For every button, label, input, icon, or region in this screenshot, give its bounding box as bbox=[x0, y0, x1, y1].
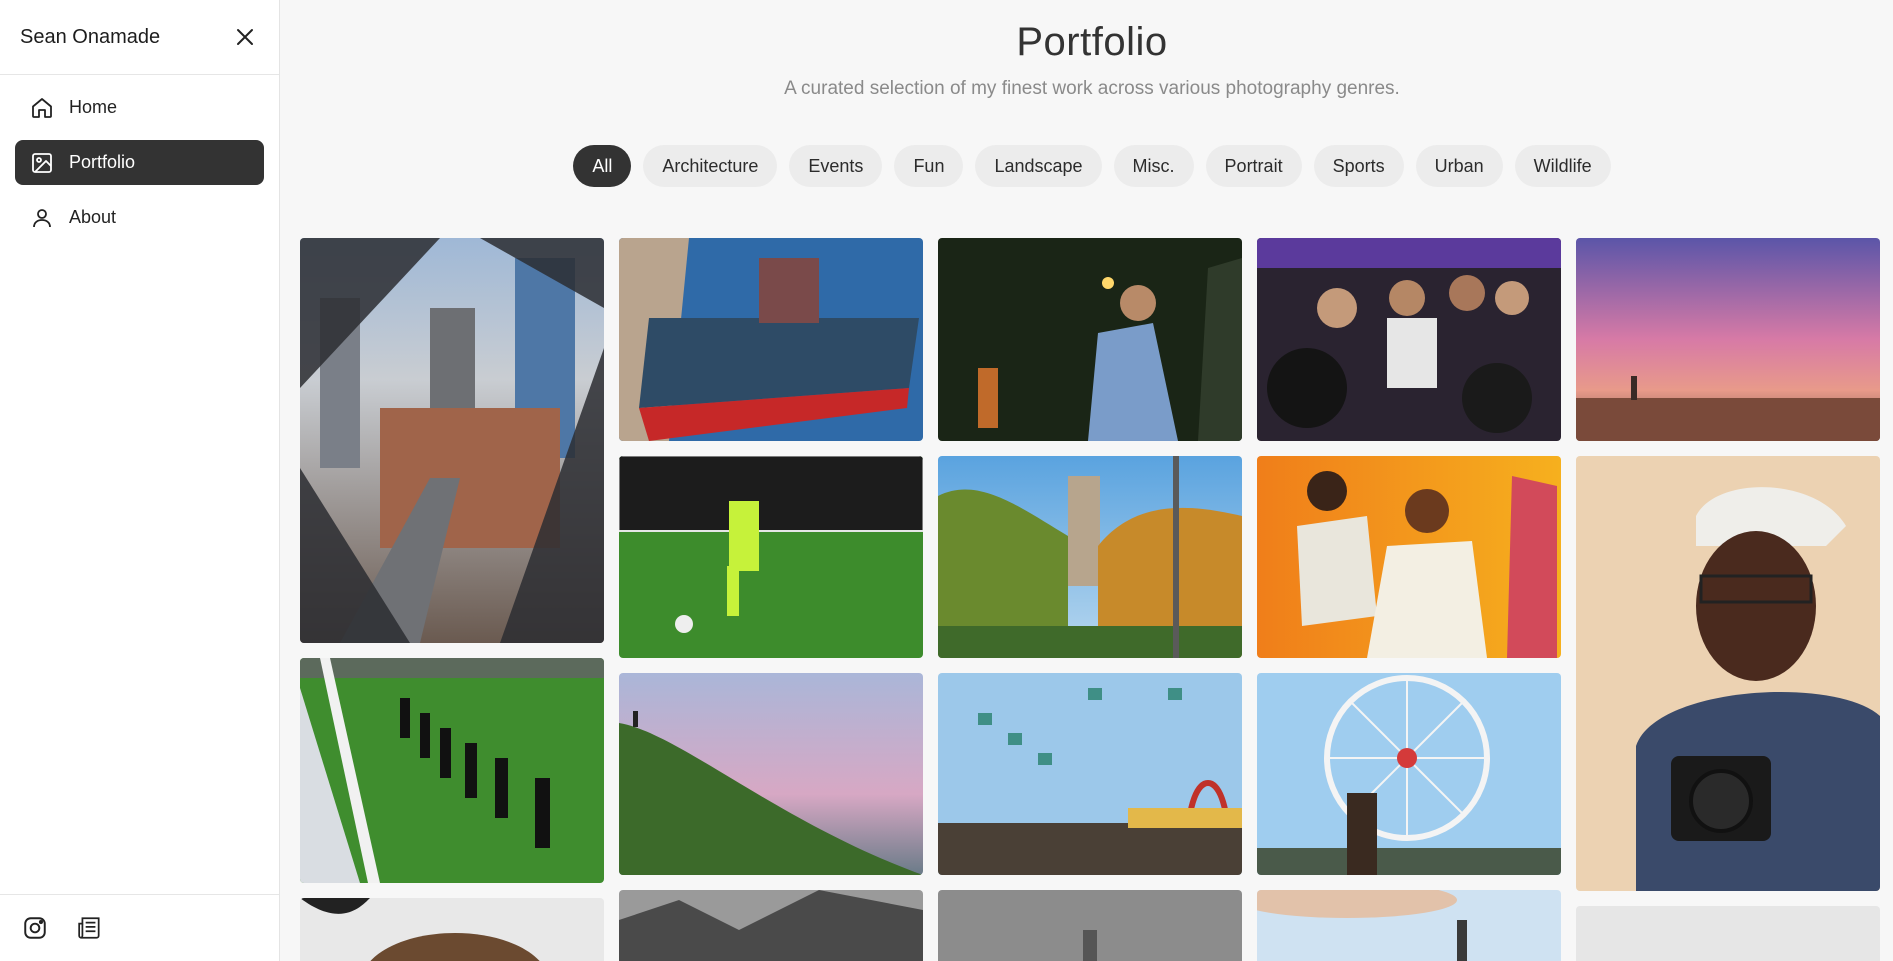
site-brand[interactable]: Sean Onamade bbox=[20, 26, 160, 49]
photo-city-through-fence[interactable] bbox=[300, 238, 604, 643]
filter-chip-urban[interactable]: Urban bbox=[1415, 145, 1503, 187]
filter-chip-all[interactable]: All bbox=[573, 145, 632, 187]
close-icon[interactable] bbox=[231, 23, 259, 51]
sidebar-header: Sean Onamade bbox=[0, 0, 279, 75]
photo-cheerleaders[interactable] bbox=[300, 658, 604, 883]
photo-placeholder[interactable] bbox=[1576, 906, 1880, 961]
instagram-icon[interactable] bbox=[21, 914, 49, 942]
filter-chip-wildlife[interactable]: Wildlife bbox=[1514, 145, 1611, 187]
photo-campus-tower-autumn[interactable] bbox=[938, 456, 1242, 658]
sidebar-item-home[interactable]: Home bbox=[15, 85, 264, 130]
sidebar-item-portfolio[interactable]: Portfolio bbox=[15, 140, 264, 185]
photo-crowd-dancing[interactable] bbox=[1257, 238, 1561, 441]
filter-chip-fun[interactable]: Fun bbox=[894, 145, 964, 187]
photo-dancers-orange[interactable] bbox=[1257, 456, 1561, 658]
photo-restaurant-sign[interactable] bbox=[619, 238, 923, 441]
photo-dog[interactable] bbox=[300, 898, 604, 961]
page-subtitle: A curated selection of my finest work ac… bbox=[784, 78, 1400, 99]
photo-soccer-goalkeeper[interactable] bbox=[619, 456, 923, 658]
filter-chip-architecture[interactable]: Architecture bbox=[643, 145, 778, 187]
photo-hand-tower[interactable] bbox=[1257, 890, 1561, 961]
sidebar-item-about[interactable]: About bbox=[15, 195, 264, 240]
main-content: Portfolio A curated selection of my fine… bbox=[281, 0, 1893, 961]
home-icon bbox=[29, 95, 55, 121]
filter-chip-events[interactable]: Events bbox=[789, 145, 883, 187]
filter-chip-misc[interactable]: Misc. bbox=[1113, 145, 1194, 187]
photo-bw-street[interactable] bbox=[619, 890, 923, 961]
filter-chips: All Architecture Events Fun Landscape Mi… bbox=[281, 145, 1893, 187]
photo-hill-sunset[interactable] bbox=[619, 673, 923, 875]
sidebar-item-label: Portfolio bbox=[69, 152, 136, 172]
photo-fair-sky-ride[interactable] bbox=[938, 673, 1242, 875]
sidebar: Sean Onamade Home Portfolio About bbox=[0, 0, 280, 961]
filter-chip-landscape[interactable]: Landscape bbox=[975, 145, 1102, 187]
photo-bw-tower[interactable] bbox=[938, 890, 1242, 961]
photo-pink-sky-field[interactable] bbox=[1576, 238, 1880, 441]
newspaper-icon[interactable] bbox=[76, 914, 104, 942]
sidebar-item-label: About bbox=[69, 207, 117, 227]
image-icon bbox=[29, 150, 55, 176]
sidebar-nav: Home Portfolio About bbox=[0, 75, 279, 260]
photo-ferris-wheel[interactable] bbox=[1257, 673, 1561, 875]
filter-chip-sports[interactable]: Sports bbox=[1313, 145, 1404, 187]
page-title: Portfolio bbox=[1016, 20, 1168, 64]
filter-chip-portrait[interactable]: Portrait bbox=[1205, 145, 1302, 187]
user-icon bbox=[29, 205, 55, 231]
photo-portrait-camera[interactable] bbox=[1576, 456, 1880, 891]
sidebar-footer bbox=[0, 894, 279, 961]
sidebar-item-label: Home bbox=[69, 97, 118, 117]
photo-night-party[interactable] bbox=[938, 238, 1242, 441]
